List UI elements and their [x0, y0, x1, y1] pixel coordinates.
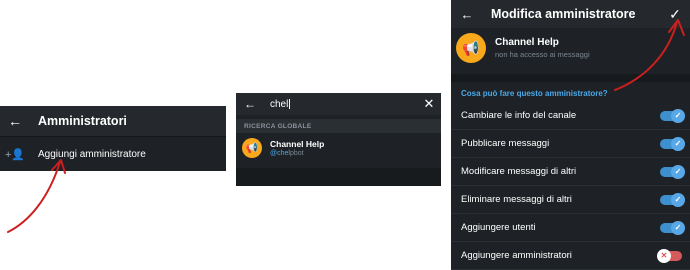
permission-toggle[interactable]: ✓: [660, 220, 685, 235]
search-panel: ← chel ✕ RICERCA GLOBALE 📢 Channel Help …: [236, 93, 441, 186]
permission-label: Aggiungere utenti: [461, 222, 536, 233]
administrators-panel: ← Amministratori +👤 Aggiungi amministrat…: [0, 106, 226, 171]
close-icon: ✕: [657, 248, 671, 263]
annotation-arrow-curve: [7, 161, 61, 233]
bot-texts: Channel Help non ha accesso ai messaggi: [495, 37, 590, 59]
megaphone-icon: 📢: [242, 138, 262, 158]
permission-label: Modificare messaggi di altri: [461, 166, 577, 177]
permission-toggle[interactable]: ✓: [660, 136, 685, 151]
check-icon: ✓: [671, 164, 685, 179]
back-arrow-icon[interactable]: ←: [0, 113, 30, 129]
bot-status: non ha accesso ai messaggi: [495, 50, 590, 59]
add-administrator-button[interactable]: +👤 Aggiungi amministratore: [0, 137, 226, 171]
screenshot-stage: ← Amministratori +👤 Aggiungi amministrat…: [0, 0, 690, 270]
result-username: @chelpbot: [270, 150, 324, 157]
bot-profile: 📢 Channel Help non ha accesso ai messagg…: [451, 28, 690, 68]
check-icon: ✓: [671, 220, 685, 235]
back-arrow-icon[interactable]: ←: [451, 7, 483, 22]
edit-header: ← Modifica amministratore ✓: [451, 0, 690, 28]
divider: [451, 74, 690, 82]
permission-toggle[interactable]: ✓: [660, 192, 685, 207]
megaphone-icon: 📢: [456, 33, 486, 63]
check-icon: ✓: [671, 108, 685, 123]
permission-toggle[interactable]: ✓: [660, 108, 685, 123]
search-result-item[interactable]: 📢 Channel Help @chelpbot: [236, 133, 441, 163]
permission-toggle[interactable]: ✓: [660, 164, 685, 179]
check-icon[interactable]: ✓: [660, 6, 690, 23]
bot-name: Channel Help: [495, 37, 559, 48]
text-cursor: [289, 98, 291, 109]
permission-label: Aggiungere amministratori: [461, 250, 572, 261]
permission-row[interactable]: Cambiare le info del canale ✓: [451, 102, 690, 130]
permission-label: Pubblicare messaggi: [461, 138, 550, 149]
check-icon: ✓: [671, 136, 685, 151]
administrators-header: ← Amministratori: [0, 106, 226, 137]
edit-administrator-panel: ← Modifica amministratore ✓ 📢 Channel He…: [451, 0, 690, 270]
username-rest: pbot: [289, 150, 304, 157]
search-header: ← chel ✕: [236, 93, 441, 115]
search-query: chel: [270, 98, 289, 110]
permission-row[interactable]: Aggiungere amministratori ✕: [451, 242, 690, 270]
permission-row[interactable]: Eliminare messaggi di altri ✓: [451, 186, 690, 214]
empty-area: [236, 168, 441, 186]
back-arrow-icon[interactable]: ←: [236, 97, 264, 111]
close-icon[interactable]: ✕: [417, 96, 441, 112]
check-icon: ✓: [671, 192, 685, 207]
search-input[interactable]: chel: [270, 99, 417, 110]
add-person-icon: +👤: [4, 148, 26, 161]
permission-label: Cambiare le info del canale: [461, 110, 577, 121]
result-texts: Channel Help @chelpbot: [270, 139, 324, 157]
username-match: chel: [277, 150, 290, 157]
result-name: Channel Help: [270, 139, 325, 149]
add-administrator-label: Aggiungi amministratore: [38, 148, 146, 160]
page-title: Modifica amministratore: [491, 7, 636, 21]
permission-toggle[interactable]: ✕: [657, 248, 682, 263]
permission-row[interactable]: Aggiungere utenti ✓: [451, 214, 690, 242]
permission-label: Eliminare messaggi di altri: [461, 194, 572, 205]
page-title: Amministratori: [38, 114, 127, 128]
section-header: RICERCA GLOBALE: [236, 119, 441, 133]
permission-row[interactable]: Modificare messaggi di altri ✓: [451, 158, 690, 186]
permission-row[interactable]: Pubblicare messaggi ✓: [451, 130, 690, 158]
permissions-heading: Cosa può fare questo amministratore?: [461, 88, 608, 98]
